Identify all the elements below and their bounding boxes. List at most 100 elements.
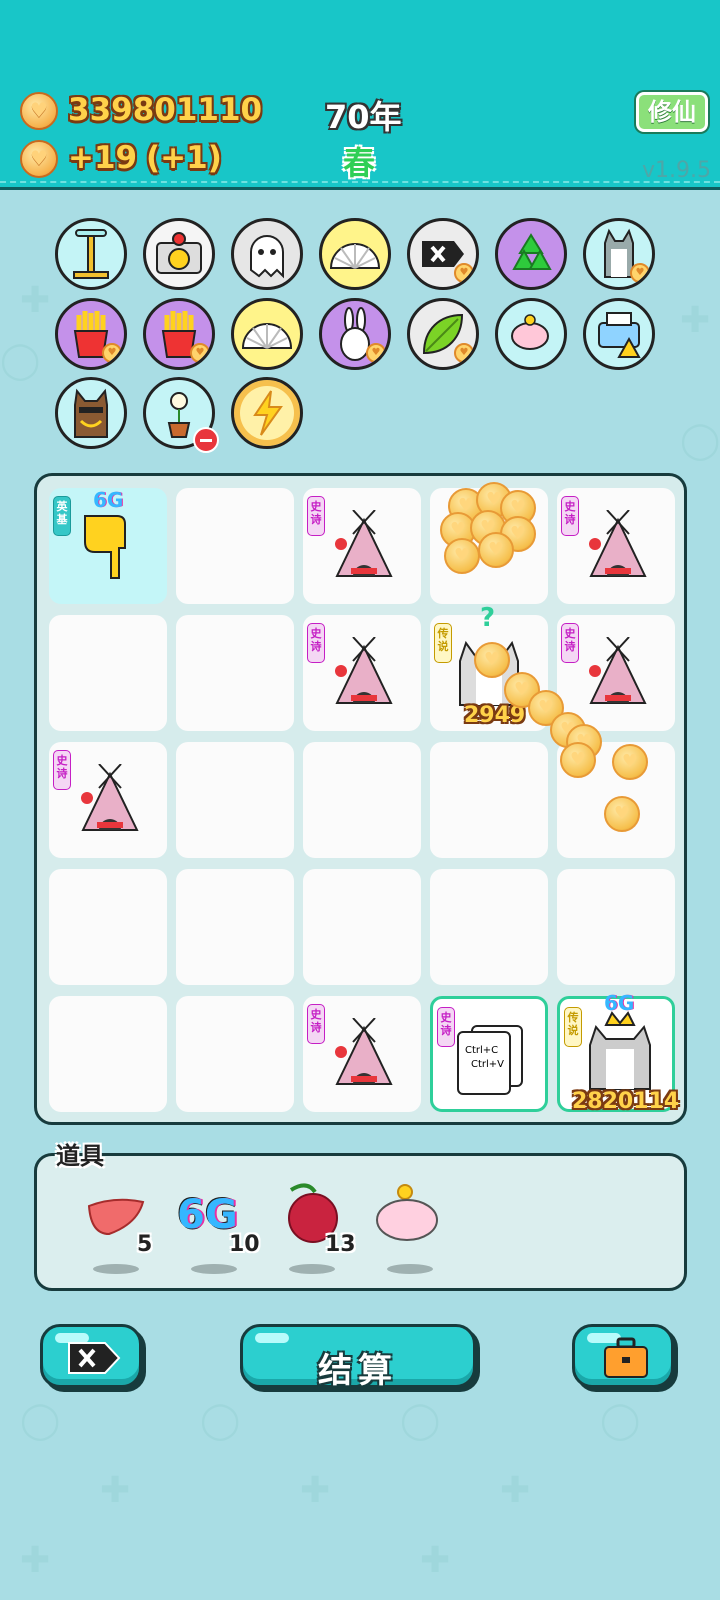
board-cell[interactable] (303, 869, 421, 985)
coin-icon: ♥ (444, 538, 480, 574)
item-lychee[interactable]: 13 (275, 1174, 356, 1274)
fries-icon[interactable]: ♥ (55, 298, 127, 370)
board-cell[interactable]: 传说 6G 2820114 (557, 991, 679, 1114)
cell-value: 2820114 (572, 1089, 680, 1114)
ghost-icon[interactable] (231, 218, 303, 290)
husky-icon[interactable]: ♥ (583, 218, 655, 290)
board-cell[interactable] (430, 869, 548, 985)
season-label: 春 (343, 144, 376, 182)
briefcase-button[interactable] (572, 1324, 674, 1388)
coin-icon: ♥ (560, 742, 596, 778)
shell-icon[interactable] (231, 298, 303, 370)
board-cell[interactable]: 史诗 (303, 615, 421, 731)
coin-badge-icon: ♥ (366, 343, 386, 363)
rarity-tag: 史诗 (307, 496, 325, 536)
rarity-tag: 传说 (564, 1007, 582, 1047)
rarity-tag: 史诗 (561, 496, 579, 536)
item-shadow (289, 1264, 335, 1274)
item-shadow (191, 1264, 237, 1274)
coin-icon: ♥ (478, 532, 514, 568)
lightning-icon[interactable] (231, 377, 303, 449)
item-shadow (93, 1264, 139, 1274)
printer-icon[interactable] (583, 298, 655, 370)
rabbit-tent-icon (335, 1018, 393, 1085)
discard-button[interactable] (40, 1324, 142, 1388)
button-shine (255, 1333, 289, 1343)
item-shadow (387, 1264, 433, 1274)
cultivate-button[interactable]: 修仙 (636, 92, 708, 132)
delete-tag-icon[interactable]: ♥ (407, 218, 479, 290)
income-bonus: (+1) (146, 140, 222, 176)
piggy-bank-icon (376, 1184, 438, 1241)
board-cell[interactable] (176, 869, 294, 985)
board-cell[interactable] (557, 869, 675, 985)
rarity-tag: 英基 (53, 496, 71, 536)
delete-tag-icon (68, 1342, 121, 1374)
rabbit-tent-icon (81, 764, 139, 831)
rarity-tag: 史诗 (53, 750, 71, 790)
board-cell[interactable] (49, 869, 167, 985)
piggy-bank-icon[interactable] (495, 298, 567, 370)
briefcase-icon (604, 1337, 648, 1378)
board-cell[interactable]: 史诗 (303, 996, 421, 1112)
copy-paste-card: Ctrl+C Ctrl+V (457, 1031, 511, 1095)
board-cell[interactable] (430, 742, 548, 858)
board-cell[interactable] (176, 742, 294, 858)
recycle-icon[interactable] (495, 218, 567, 290)
pump-icon[interactable] (55, 218, 127, 290)
coin-icon: ♥ (474, 642, 510, 678)
coin-icon: ♥ (604, 796, 640, 832)
game-board: 英基 6G 史诗 史诗 史诗 传说 ? 2949 史诗 史诗 史诗 史诗 Ctr… (34, 473, 687, 1125)
item-count: 5 (137, 1232, 153, 1257)
rabbit-tent-icon (589, 637, 647, 704)
coin-icon (20, 140, 58, 178)
rarity-tag: 传说 (434, 623, 452, 663)
rabbit-tent-icon (589, 510, 647, 577)
pot-duck-icon[interactable] (143, 218, 215, 290)
item-piggy-bank[interactable] (373, 1174, 453, 1274)
top-bar: 339801110 +19 (+1) 70年 春 修仙 v1.9.5 (0, 0, 720, 190)
rabbit-tent-icon (335, 510, 393, 577)
coin-badge-icon: ♥ (454, 343, 474, 363)
rarity-tag: 史诗 (307, 623, 325, 663)
coin-badge-icon: ♥ (102, 343, 122, 363)
board-cell[interactable]: 英基 6G (49, 488, 167, 604)
rabbit-icon[interactable]: ♥ (319, 298, 391, 370)
year-counter: 70年 (325, 98, 402, 136)
board-cell[interactable] (49, 615, 167, 731)
coin-badge-icon: ♥ (630, 263, 650, 283)
board-cell[interactable] (176, 996, 294, 1112)
version-label: v1.9.5 (642, 158, 711, 183)
header-divider (0, 181, 720, 183)
dog-gold-chain-icon[interactable] (55, 377, 127, 449)
paste-label: Ctrl+V (471, 1059, 505, 1070)
coin-badge-icon: ♥ (190, 343, 210, 363)
board-cell[interactable]: 史诗 (49, 742, 167, 858)
item-6g[interactable]: 6G 10 (177, 1174, 260, 1274)
settle-label: 结算 (318, 1351, 398, 1391)
board-cell[interactable]: 史诗 (303, 488, 421, 604)
copy-label: Ctrl+C (465, 1045, 499, 1056)
coin-badge-icon: ♥ (454, 263, 474, 283)
board-cell[interactable] (176, 615, 294, 731)
rarity-tag: 史诗 (561, 623, 579, 663)
rabbit-tent-icon (335, 637, 393, 704)
settle-button[interactable]: 结算 (240, 1324, 476, 1391)
board-cell[interactable]: 史诗 Ctrl+C Ctrl+V (430, 996, 548, 1112)
shell-icon[interactable] (319, 218, 391, 290)
items-panel: 5 6G 10 13 (34, 1153, 687, 1291)
remove-icon[interactable] (193, 427, 219, 453)
item-count: 10 (229, 1232, 260, 1257)
coin-icon (20, 92, 58, 130)
fries-icon[interactable]: ♥ (143, 298, 215, 370)
crowned-husky-icon (589, 1011, 651, 1090)
item-liver[interactable]: 5 (79, 1174, 159, 1274)
board-cell[interactable] (49, 996, 167, 1112)
question-mark: ? (480, 603, 496, 633)
leaf-icon[interactable]: ♥ (407, 298, 479, 370)
coin-total: 339801110 (68, 92, 263, 128)
board-cell[interactable]: 史诗 (557, 488, 675, 604)
rarity-tag: 史诗 (307, 1004, 325, 1044)
board-cell[interactable] (303, 742, 421, 858)
board-cell[interactable] (176, 488, 294, 604)
